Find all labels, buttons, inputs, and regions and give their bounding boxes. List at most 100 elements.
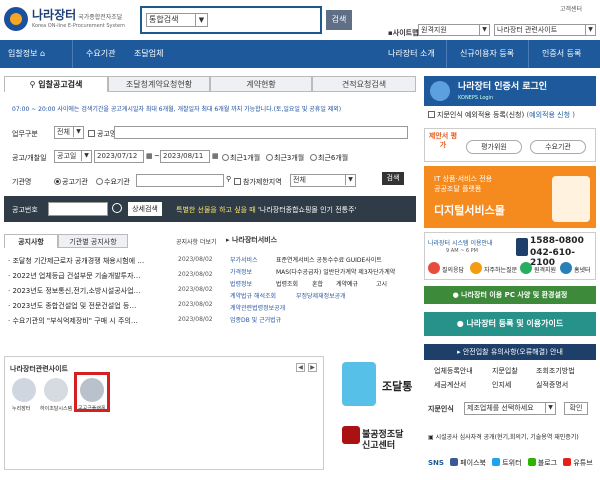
sitemap-link[interactable]: ▪사이트맵 (388, 28, 419, 38)
qna-link[interactable]: 질의응답 (442, 265, 464, 274)
list-item[interactable]: · 수요기관의 "부식억제장비" 구매 시 주의… 2023/08/02 (8, 316, 224, 326)
service-link[interactable]: 표준연계서비스 공동수수료 GUIDE사이트 (276, 255, 382, 264)
service-link[interactable]: 고시 (376, 279, 387, 288)
service-link[interactable]: MAS(다수공급자) 일반단가계약 제3자단가계약 (276, 267, 395, 276)
util-link[interactable]: 조회조기방법 (536, 366, 575, 376)
agency-radio-notice[interactable]: 공고기관 (54, 177, 88, 187)
calendar-icon[interactable]: ▦ (146, 152, 153, 160)
agency-input[interactable] (136, 174, 224, 187)
nav-item-supplier[interactable]: 조달업체 (134, 40, 163, 68)
date-to-input[interactable]: 2023/08/11 (160, 150, 210, 163)
detail-search-button[interactable]: 상세검색 (128, 202, 162, 216)
related-site-label[interactable]: 누리장터 (12, 405, 30, 412)
list-item[interactable]: · 2023년도 종합건설업 및 전문건설업 등… 2023/08/02 (8, 301, 224, 311)
digital-service-mall-banner[interactable]: IT 상품·서비스 전용 공공조달 플랫폼 디지털서비스몰 (424, 166, 596, 228)
region-checkbox[interactable] (234, 178, 241, 185)
util-link[interactable]: 인지세 (492, 380, 511, 390)
service-link[interactable]: 부정당제재정보공개 (296, 291, 346, 300)
list-item[interactable]: · 2023년도 정보통신,전기,소방시설공사업… 2023/08/02 (8, 286, 224, 296)
range-6-month[interactable]: 최근6개월 (310, 153, 348, 163)
qna-icon[interactable] (428, 262, 440, 274)
cert-login-button[interactable]: 나라장터 인증서 로그인 KONEPS Login (424, 76, 596, 106)
twitter-link[interactable]: 트위터 (492, 458, 522, 468)
unfair-report-banner[interactable]: 불공정조달 신고센터 (338, 418, 418, 470)
fingerprint-apply-link[interactable]: (예외적용 신청 ) (526, 111, 575, 119)
remote-support-icon[interactable] (520, 262, 532, 274)
blog-link[interactable]: 블로그 (527, 458, 557, 468)
range-1-month[interactable]: 최근1개월 (222, 153, 260, 163)
agency-search-icon[interactable]: ⚲ (226, 175, 231, 183)
service-link[interactable]: 법령정보 (230, 279, 252, 288)
evaluator-button[interactable]: 평가위원 (466, 140, 522, 154)
tab-contract-status[interactable]: 계약현황 (210, 76, 312, 92)
date-from-input[interactable]: 2023/07/12 (94, 150, 144, 163)
service-link[interactable]: 법령조회 (276, 279, 298, 288)
nav-item-demand-agency[interactable]: 수요기관 (86, 40, 115, 68)
nav-item-about[interactable]: 나라장터 소개 (388, 40, 435, 68)
safe-bid-button[interactable]: ▸ 안전입찰 유의사항(오류해결) 안내 (424, 344, 596, 360)
service-link[interactable]: 계약관련법령정보공개 (230, 303, 285, 312)
tab-notices[interactable]: 공지사항 (4, 234, 58, 248)
region-select[interactable]: 전체 ▼ (290, 174, 356, 187)
tab-bid-search[interactable]: ⚲ 입찰공고검색 (4, 76, 108, 92)
shopping-promo-text[interactable]: 특별한 선물을 하고 싶을 때 '나라장터종합쇼핑몰 인기 전통주' (176, 205, 356, 215)
fingerprint-checkbox[interactable] (428, 111, 435, 118)
bid-number-input[interactable] (48, 202, 108, 216)
calendar-icon[interactable]: ▦ (212, 152, 219, 160)
nav-item-cert-register[interactable]: 인증서 등록 (542, 40, 581, 68)
range-3-month[interactable]: 최근3개월 (266, 153, 304, 163)
notice-more-link[interactable]: 공지사항 더보기 (176, 237, 217, 246)
fingerprint-exception-row[interactable]: 지문인식 예외적용 등록(신청) (예외적용 신청 ) (428, 110, 575, 120)
list-item[interactable]: · 조달청 기간제근로자 공개경쟁 채용시험에 … 2023/08/02 (8, 256, 224, 266)
tab-agency-notices[interactable]: 기관별 공지사항 (58, 234, 128, 248)
homenet-icon[interactable] (560, 262, 572, 274)
hai-procurement-icon[interactable] (44, 378, 68, 402)
form-search-button[interactable]: 검색 (382, 172, 404, 185)
util-link[interactable]: 업체등록안내 (434, 366, 473, 376)
related-sites-select[interactable]: 나라장터 관련사이트 ▼ (494, 24, 596, 36)
related-site-label[interactable]: 하이조달시스템 (40, 405, 72, 412)
business-type-select[interactable]: 전체 ▼ (54, 126, 84, 139)
service-link[interactable]: 계약법규 해석조회 (230, 291, 276, 300)
tab-quote-search[interactable]: 견적요청검색 (312, 76, 416, 92)
search-icon[interactable] (112, 203, 122, 213)
demand-agency-button[interactable]: 수요기관 (530, 140, 586, 154)
service-link[interactable]: 부가서비스 (230, 255, 258, 264)
agency-radio-demand[interactable]: 수요기관 (96, 177, 130, 187)
manufacturer-select[interactable]: 제조업체를 선택하세요 ▼ (464, 402, 556, 415)
notice-name-input[interactable] (114, 126, 408, 139)
notice-name-checkbox[interactable] (88, 130, 95, 137)
search-box[interactable]: 통합검색 ▼ (140, 6, 322, 34)
chevron-right-icon[interactable]: ▶ (308, 363, 317, 372)
nav-item-bid-info[interactable]: 입찰정보 ⌂ (8, 40, 45, 68)
faq-link[interactable]: 자주하는질문 (484, 265, 517, 274)
youtube-link[interactable]: 유튜브 (563, 458, 593, 468)
nuri-market-icon[interactable] (12, 378, 36, 402)
date-type-select[interactable]: 공고일 ▼ (54, 150, 92, 163)
confirm-button[interactable]: 확인 (564, 402, 588, 415)
customer-center-link[interactable]: 고객센터 (560, 4, 582, 13)
remote-support-link[interactable]: 원격지원 (534, 265, 556, 274)
service-link[interactable]: 계약예규 (336, 279, 358, 288)
search-type-select[interactable]: 통합검색 ▼ (146, 13, 208, 27)
util-link[interactable]: 실적증명서 (536, 380, 568, 390)
register-guide-button[interactable]: ● 나라장터 등록 및 이용가이드 (424, 312, 596, 336)
pc-spec-button[interactable]: ● 나라장터 이용 PC 사양 및 환경설정 (424, 286, 596, 304)
chevron-left-icon[interactable]: ◀ (296, 363, 305, 372)
search-button[interactable]: 검색 (326, 10, 352, 30)
nav-item-new-user[interactable]: 신규이용자 등록 (460, 40, 514, 68)
service-link[interactable]: 혼합 (312, 279, 323, 288)
facility-review-link[interactable]: ▣ 시설공사 심사자격 공개(현기,회의기, 기술용역 재인증기) (428, 432, 579, 441)
util-link[interactable]: 지문입찰 (492, 366, 518, 376)
remote-support-select[interactable]: 원격지원 ▼ (418, 24, 490, 36)
facebook-link[interactable]: 페이스북 (450, 458, 486, 468)
site-logo[interactable]: 나라장터 국가종합전자조달 Korea ON-line E-Procurement… (4, 5, 134, 35)
tab-contract-request[interactable]: 조달청계약요청현황 (108, 76, 210, 92)
jodaltong-banner[interactable]: 조달통 (338, 356, 418, 412)
service-link[interactable]: 업종DB 및 근거법규 (230, 315, 281, 324)
util-link[interactable]: 세금계산서 (434, 380, 466, 390)
faq-icon[interactable] (470, 262, 482, 274)
homenet-link[interactable]: 홈넷터 (574, 265, 591, 274)
list-item[interactable]: · 2022년 업체등급 건설부문 기술개발투자… 2023/08/02 (8, 271, 224, 281)
service-link[interactable]: 가격정보 (230, 267, 252, 276)
